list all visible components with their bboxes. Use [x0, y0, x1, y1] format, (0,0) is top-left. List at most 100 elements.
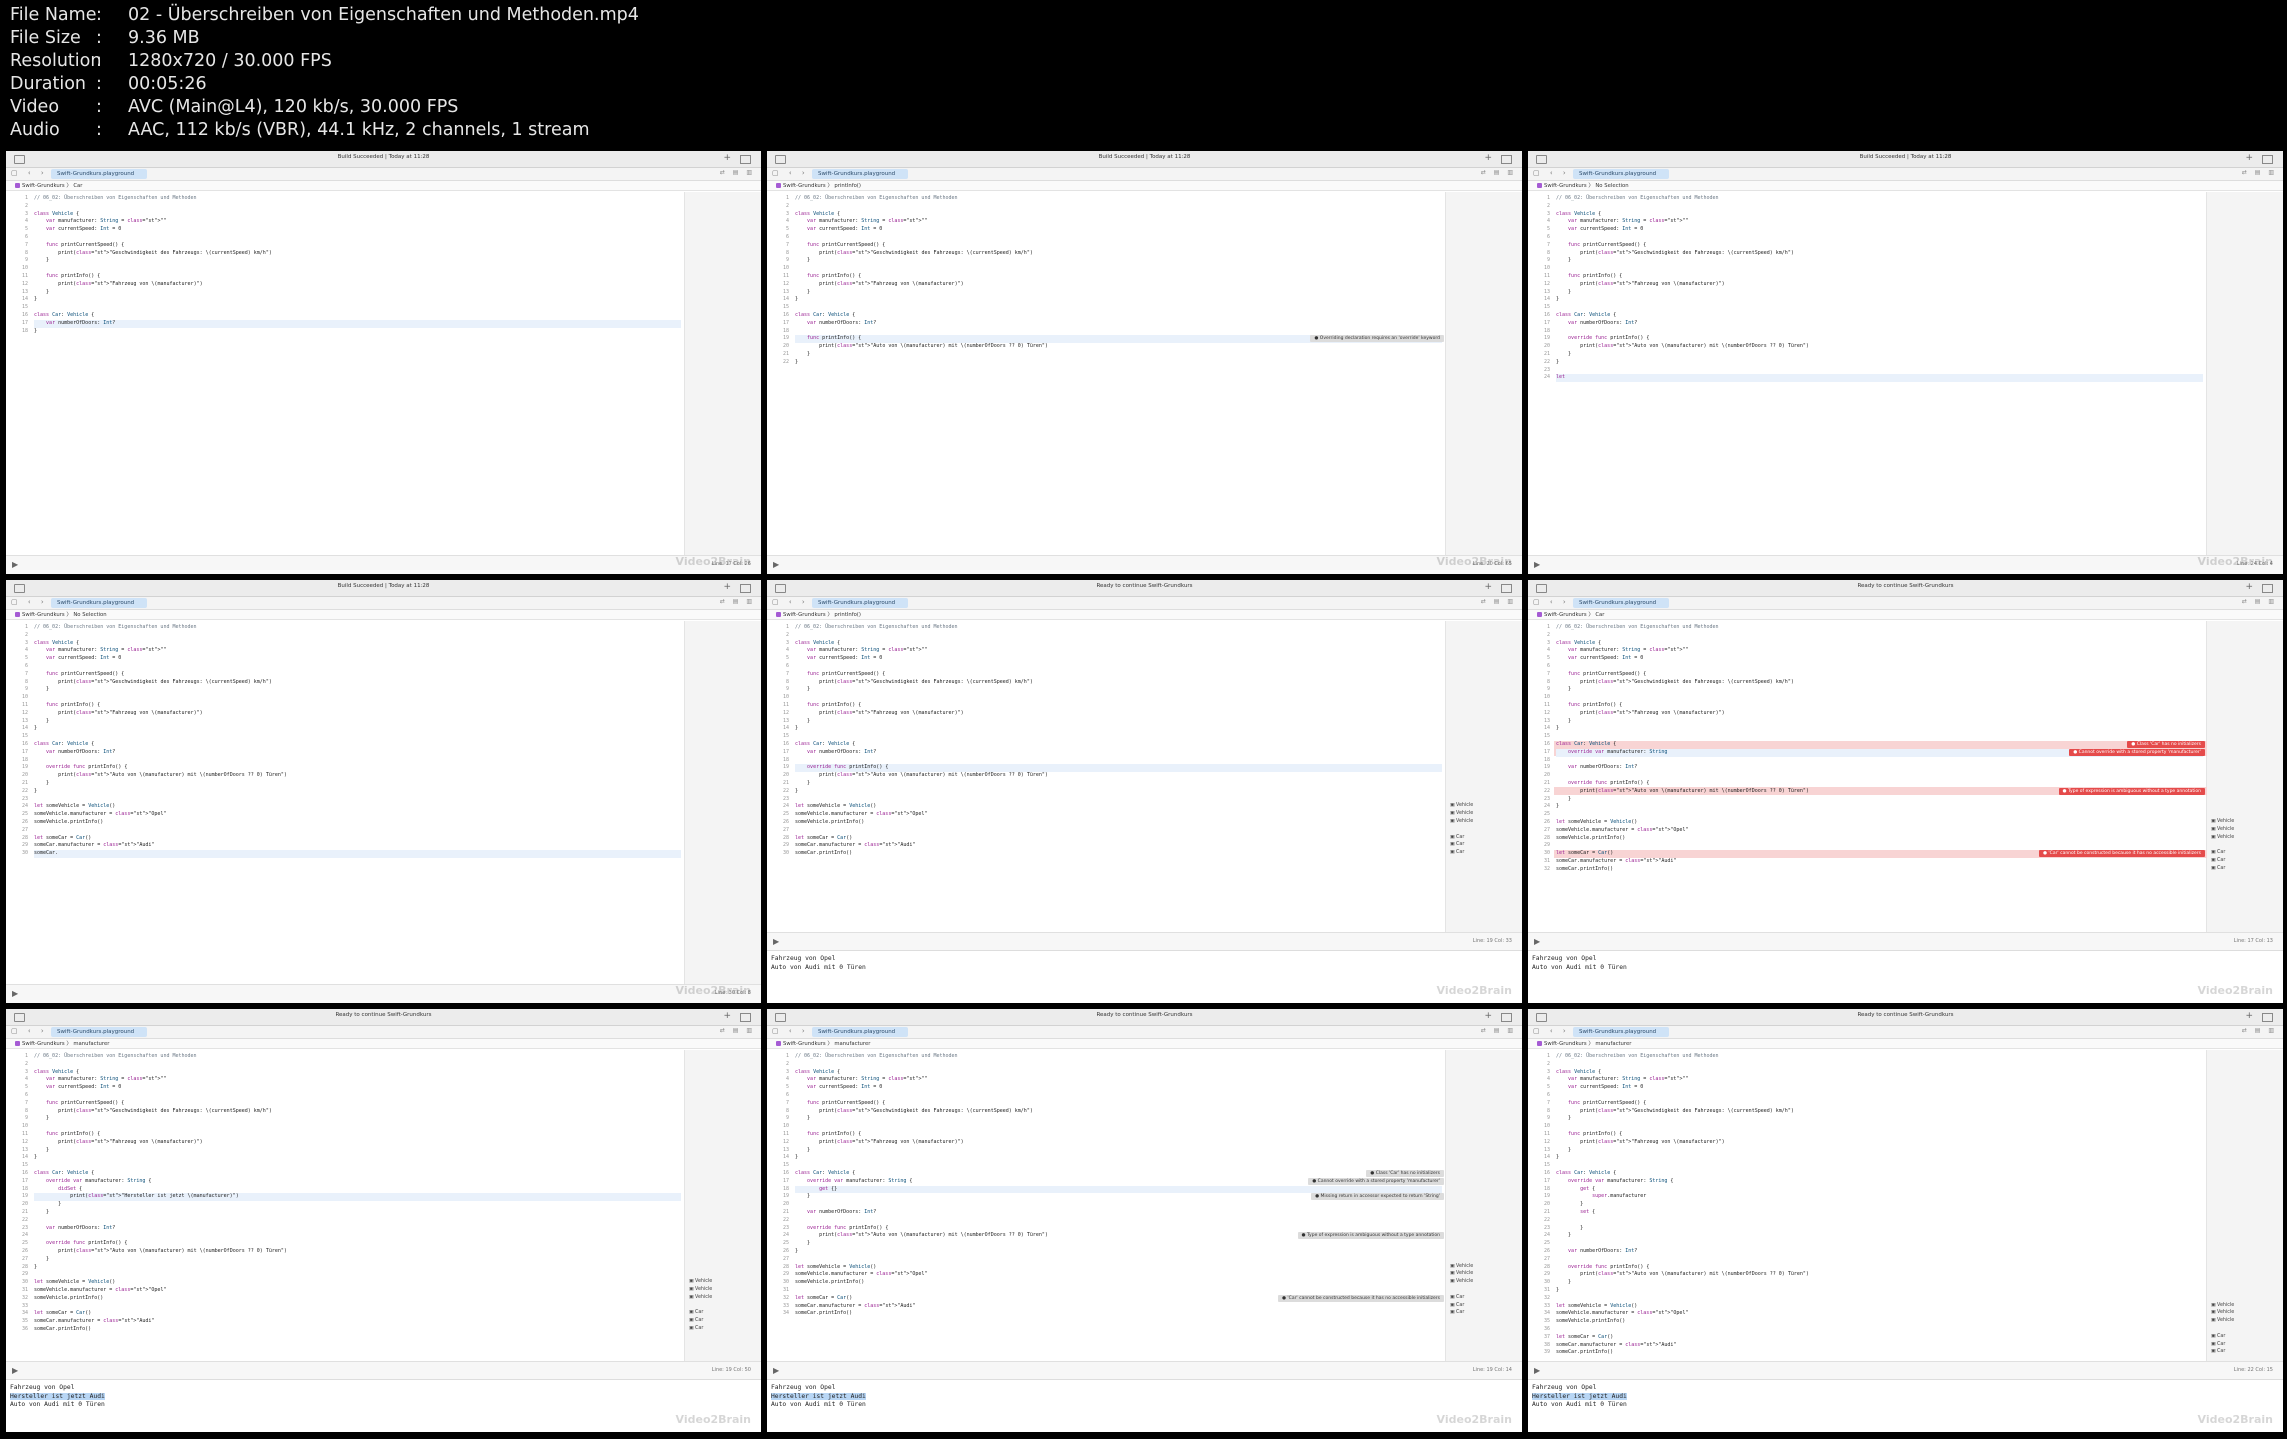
plus-icon[interactable]: + [2245, 153, 2253, 163]
code-line[interactable]: someCar.printInfo() [1556, 1349, 2203, 1357]
code-line[interactable]: } [34, 1147, 681, 1155]
tab-playground[interactable]: Swift-Grundkurs.playground [1573, 169, 1669, 179]
code-line[interactable]: print(class="st">"Geschwindigkeit des Fa… [1556, 1108, 2203, 1116]
nav-arrows-icon[interactable]: ▢ ‹ › [772, 598, 809, 606]
code-line[interactable]: print(class="st">"Auto von \(manufacture… [795, 343, 1442, 351]
code-line[interactable]: let someVehicle = Vehicle() [1556, 819, 2203, 827]
code-line[interactable]: someCar.manufacturer = class="st">"Audi" [1556, 1342, 2203, 1350]
tab-playground[interactable]: Swift-Grundkurs.playground [1573, 598, 1669, 608]
code-line[interactable]: someVehicle.printInfo() [34, 1295, 681, 1303]
code-line[interactable]: override func printInfo() { [1556, 1264, 2203, 1272]
code-line[interactable]: someCar. [34, 850, 681, 858]
code-line[interactable]: } [1556, 1115, 2203, 1123]
play-icon[interactable]: ▶ [1534, 937, 1540, 946]
code-line[interactable]: let someVehicle = Vehicle() [34, 803, 681, 811]
code-line[interactable]: var currentSpeed: Int = 0 [34, 655, 681, 663]
plus-icon[interactable]: + [1484, 153, 1492, 163]
code-line[interactable]: someVehicle.manufacturer = class="st">"O… [1556, 1310, 2203, 1318]
result-value[interactable]: ▣ Car [2211, 858, 2225, 863]
code-line[interactable]: } [795, 289, 1442, 297]
code-line[interactable]: } [795, 725, 1442, 733]
code-line[interactable]: // 06_02: Überschreiben von Eigenschafte… [795, 195, 1442, 203]
code-editor[interactable]: ▣ Vehicle ▣ Vehicle ▣ Vehicle ▣ Car ▣ Car ▣ C… [767, 1050, 1522, 1362]
split-view-icon[interactable] [2262, 155, 2273, 164]
code-line[interactable]: // 06_02: Überschreiben von Eigenschafte… [1556, 195, 2203, 203]
code-line[interactable]: someVehicle.manufacturer = class="st">"O… [1556, 827, 2203, 835]
code-editor[interactable]: 1 // 06_02: Überschreiben von Eigenschaft… [6, 621, 761, 985]
code-editor[interactable]: 1 // 06_02: Überschreiben von Eigenschaft… [6, 192, 761, 556]
code-line[interactable]: override func printInfo() { [795, 764, 1442, 773]
result-value[interactable]: ▣ Vehicle [689, 1295, 712, 1300]
code-line[interactable]: var numberOfDoors: Int? [795, 749, 1442, 757]
code-line[interactable]: } [1556, 796, 2203, 804]
code-line[interactable]: } [795, 1248, 1442, 1256]
code-line[interactable]: class Vehicle { [795, 1069, 1442, 1077]
code-line[interactable]: didSet { [34, 1186, 681, 1194]
code-editor[interactable]: ▣ Vehicle ▣ Vehicle ▣ Vehicle ▣ Car ▣ Car ▣ C… [1528, 1050, 2283, 1362]
code-line[interactable]: class Vehicle { [795, 211, 1442, 219]
code-line[interactable]: } [34, 296, 681, 304]
code-line[interactable]: let [1556, 374, 2203, 383]
code-line[interactable]: someVehicle.printInfo() [34, 819, 681, 827]
plus-icon[interactable]: + [2245, 1011, 2253, 1021]
code-line[interactable]: someCar.manufacturer = class="st">"Audi" [795, 1303, 1442, 1311]
nav-arrows-icon[interactable]: ▢ ‹ › [772, 169, 809, 177]
result-value[interactable]: ▣ Vehicle [689, 1287, 712, 1292]
code-line[interactable]: } [34, 1256, 681, 1264]
code-line[interactable]: class Car: Vehicle { [1556, 1170, 2203, 1178]
code-line[interactable]: } [795, 718, 1442, 726]
plus-icon[interactable]: + [723, 153, 731, 163]
error-message[interactable]: ● Type of expression is ambiguous withou… [1297, 1232, 1444, 1240]
code-line[interactable]: someVehicle.printInfo() [795, 1279, 1442, 1287]
editor-options-icon[interactable]: ⇄ ▤ ▥ [2242, 598, 2277, 605]
code-line[interactable]: func printInfo() { [34, 1131, 681, 1139]
code-line[interactable]: } [34, 780, 681, 788]
code-line[interactable]: get { [1556, 1186, 2203, 1194]
code-line[interactable]: print(class="st">"Geschwindigkeit des Fa… [34, 679, 681, 687]
code-line[interactable]: override func printInfo() { [1556, 780, 2203, 788]
code-line[interactable]: } [1556, 1232, 2203, 1240]
code-line[interactable]: class Vehicle { [795, 640, 1442, 648]
result-value[interactable]: ▣ Vehicle [689, 1279, 712, 1284]
code-line[interactable]: func printInfo() { [795, 1131, 1442, 1139]
code-line[interactable]: override func printInfo() { [795, 1225, 1442, 1233]
code-line[interactable]: let someCar = Car() [795, 835, 1442, 843]
code-line[interactable]: func printInfo() { [34, 273, 681, 281]
code-line[interactable]: } [34, 1201, 681, 1209]
code-line[interactable]: } [34, 1154, 681, 1162]
code-line[interactable]: someCar.manufacturer = class="st">"Audi" [1556, 858, 2203, 866]
code-line[interactable]: super.manufacturer [1556, 1193, 2203, 1201]
error-message[interactable]: ● Overriding declaration requires an 'ov… [1310, 335, 1444, 343]
code-line[interactable]: someVehicle.manufacturer = class="st">"O… [795, 811, 1442, 819]
code-line[interactable]: var manufacturer: String = class="st">"" [34, 647, 681, 655]
code-line[interactable]: override func printInfo() { [1556, 335, 2203, 343]
error-message[interactable]: ● Cannot override with a stored property… [1308, 1177, 1444, 1185]
code-line[interactable]: } [795, 1147, 1442, 1155]
result-value[interactable]: ▣ Vehicle [1450, 1264, 1473, 1269]
code-line[interactable]: print(class="st">"Fahrzeug von \(manufac… [1556, 1139, 2203, 1147]
code-line[interactable]: print(class="st">"Auto von \(manufacture… [1556, 343, 2203, 351]
result-value[interactable]: ▣ Vehicle [2211, 819, 2234, 824]
result-value[interactable]: ▣ Car [2211, 866, 2225, 871]
editor-options-icon[interactable]: ⇄ ▤ ▥ [2242, 169, 2277, 176]
code-line[interactable]: print(class="st">"Fahrzeug von \(manufac… [34, 281, 681, 289]
code-line[interactable]: func printCurrentSpeed() { [1556, 671, 2203, 679]
code-editor[interactable]: 1 // 06_02: Überschreiben von Eigenschaft… [767, 192, 1522, 556]
code-line[interactable]: print(class="st">"Geschwindigkeit des Fa… [795, 1108, 1442, 1116]
editor-options-icon[interactable]: ⇄ ▤ ▥ [720, 169, 755, 176]
error-message[interactable]: ● Type of expression is ambiguous withou… [2058, 787, 2205, 795]
code-line[interactable]: var currentSpeed: Int = 0 [34, 226, 681, 234]
result-value[interactable]: ▣ Car [2211, 1349, 2225, 1354]
code-line[interactable]: var manufacturer: String = class="st">"" [795, 1076, 1442, 1084]
editor-options-icon[interactable]: ⇄ ▤ ▥ [1481, 1027, 1516, 1034]
breadcrumb[interactable]: Swift-Grundkurs 〉 Car [1528, 610, 2283, 620]
code-line[interactable]: func printCurrentSpeed() { [34, 671, 681, 679]
code-line[interactable]: someVehicle.manufacturer = class="st">"O… [795, 1271, 1442, 1279]
code-line[interactable]: class Car: Vehicle { [34, 1170, 681, 1178]
code-line[interactable]: print(class="st">"Fahrzeug von \(manufac… [1556, 281, 2203, 289]
code-line[interactable]: let someVehicle = Vehicle() [795, 803, 1442, 811]
code-line[interactable]: } [1556, 289, 2203, 297]
code-line[interactable]: print(class="st">"Auto von \(manufacture… [34, 1248, 681, 1256]
play-icon[interactable]: ▶ [773, 937, 779, 946]
code-line[interactable]: } [1556, 296, 2203, 304]
